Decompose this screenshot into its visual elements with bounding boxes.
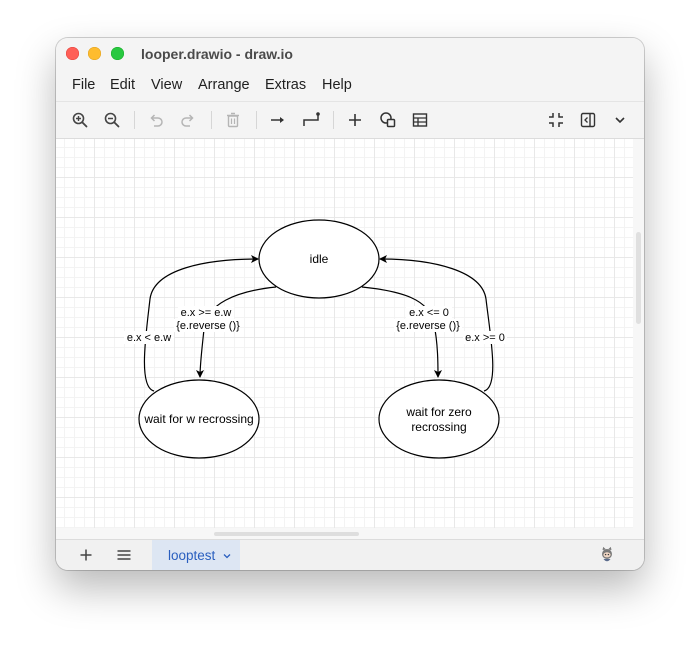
title-bar: looper.drawio - draw.io (56, 38, 644, 70)
vertical-scroll-thumb[interactable] (636, 232, 641, 324)
toolbar-separator (333, 111, 334, 129)
zoom-in-icon[interactable] (71, 111, 89, 129)
diagram-canvas[interactable]: e.x >= e.w {e.reverse ()} e.x < e.w e.x … (56, 139, 633, 528)
toolbar (56, 102, 644, 139)
toolbar-separator (134, 111, 135, 129)
diagram: e.x >= e.w {e.reverse ()} e.x < e.w e.x … (124, 219, 507, 459)
close-window-button[interactable] (66, 47, 79, 60)
horizontal-scroll-thumb[interactable] (214, 532, 359, 536)
menu-file[interactable]: File (72, 77, 95, 93)
redo-icon[interactable] (179, 111, 197, 129)
node-wait-zero-label-line2: recrossing (411, 420, 466, 434)
pages-menu-icon[interactable] (116, 547, 132, 563)
toolbar-separator (211, 111, 212, 129)
github-octocat-icon[interactable] (598, 546, 616, 564)
edge-label-idle-to-zero-action[interactable]: {e.reverse ()} (396, 320, 460, 332)
add-page-icon[interactable] (78, 547, 94, 563)
connection-arrow-icon[interactable] (269, 111, 287, 129)
node-wait-zero-label-line1: wait for zero (405, 405, 472, 419)
format-panel-icon[interactable] (579, 111, 597, 129)
bottom-bar: looptest (56, 539, 644, 570)
page-tab-looptest[interactable]: looptest (152, 540, 240, 570)
menu-bar: File Edit View Arrange Extras Help (56, 70, 644, 102)
edge-label-idle-to-w-action[interactable]: {e.reverse ()} (176, 320, 240, 332)
fullscreen-icon[interactable] (547, 111, 565, 129)
edge-label-idle-to-zero-condition[interactable]: e.x <= 0 (409, 307, 449, 319)
menu-help[interactable]: Help (322, 77, 352, 93)
edge-label-zero-to-idle[interactable]: e.x >= 0 (465, 332, 505, 344)
page-tab-label: looptest (168, 548, 216, 563)
edge-label-w-to-idle[interactable]: e.x < e.w (127, 332, 171, 344)
vertical-scrollbar[interactable] (633, 139, 644, 528)
chevron-down-icon[interactable] (611, 111, 629, 129)
table-icon[interactable] (411, 111, 429, 129)
node-wait-w-label: wait for w recrossing (143, 412, 253, 426)
node-idle-label: idle (310, 252, 329, 266)
insert-plus-icon[interactable] (346, 111, 364, 129)
menu-arrange[interactable]: Arrange (198, 77, 250, 93)
maximize-window-button[interactable] (111, 47, 124, 60)
waypoints-icon[interactable] (302, 111, 320, 129)
edge-label-idle-to-w-condition[interactable]: e.x >= e.w (181, 307, 232, 319)
minimize-window-button[interactable] (88, 47, 101, 60)
toolbar-separator (256, 111, 257, 129)
menu-view[interactable]: View (151, 77, 182, 93)
app-window: looper.drawio - draw.io File Edit View A… (56, 38, 644, 570)
node-wait-zero[interactable] (378, 379, 500, 459)
shapes-icon[interactable] (379, 111, 397, 129)
undo-icon[interactable] (147, 111, 165, 129)
menu-edit[interactable]: Edit (110, 77, 135, 93)
menu-extras[interactable]: Extras (265, 77, 306, 93)
window-title: looper.drawio - draw.io (141, 46, 293, 62)
chevron-down-icon[interactable] (222, 551, 232, 561)
delete-icon[interactable] (224, 111, 242, 129)
zoom-out-icon[interactable] (103, 111, 121, 129)
